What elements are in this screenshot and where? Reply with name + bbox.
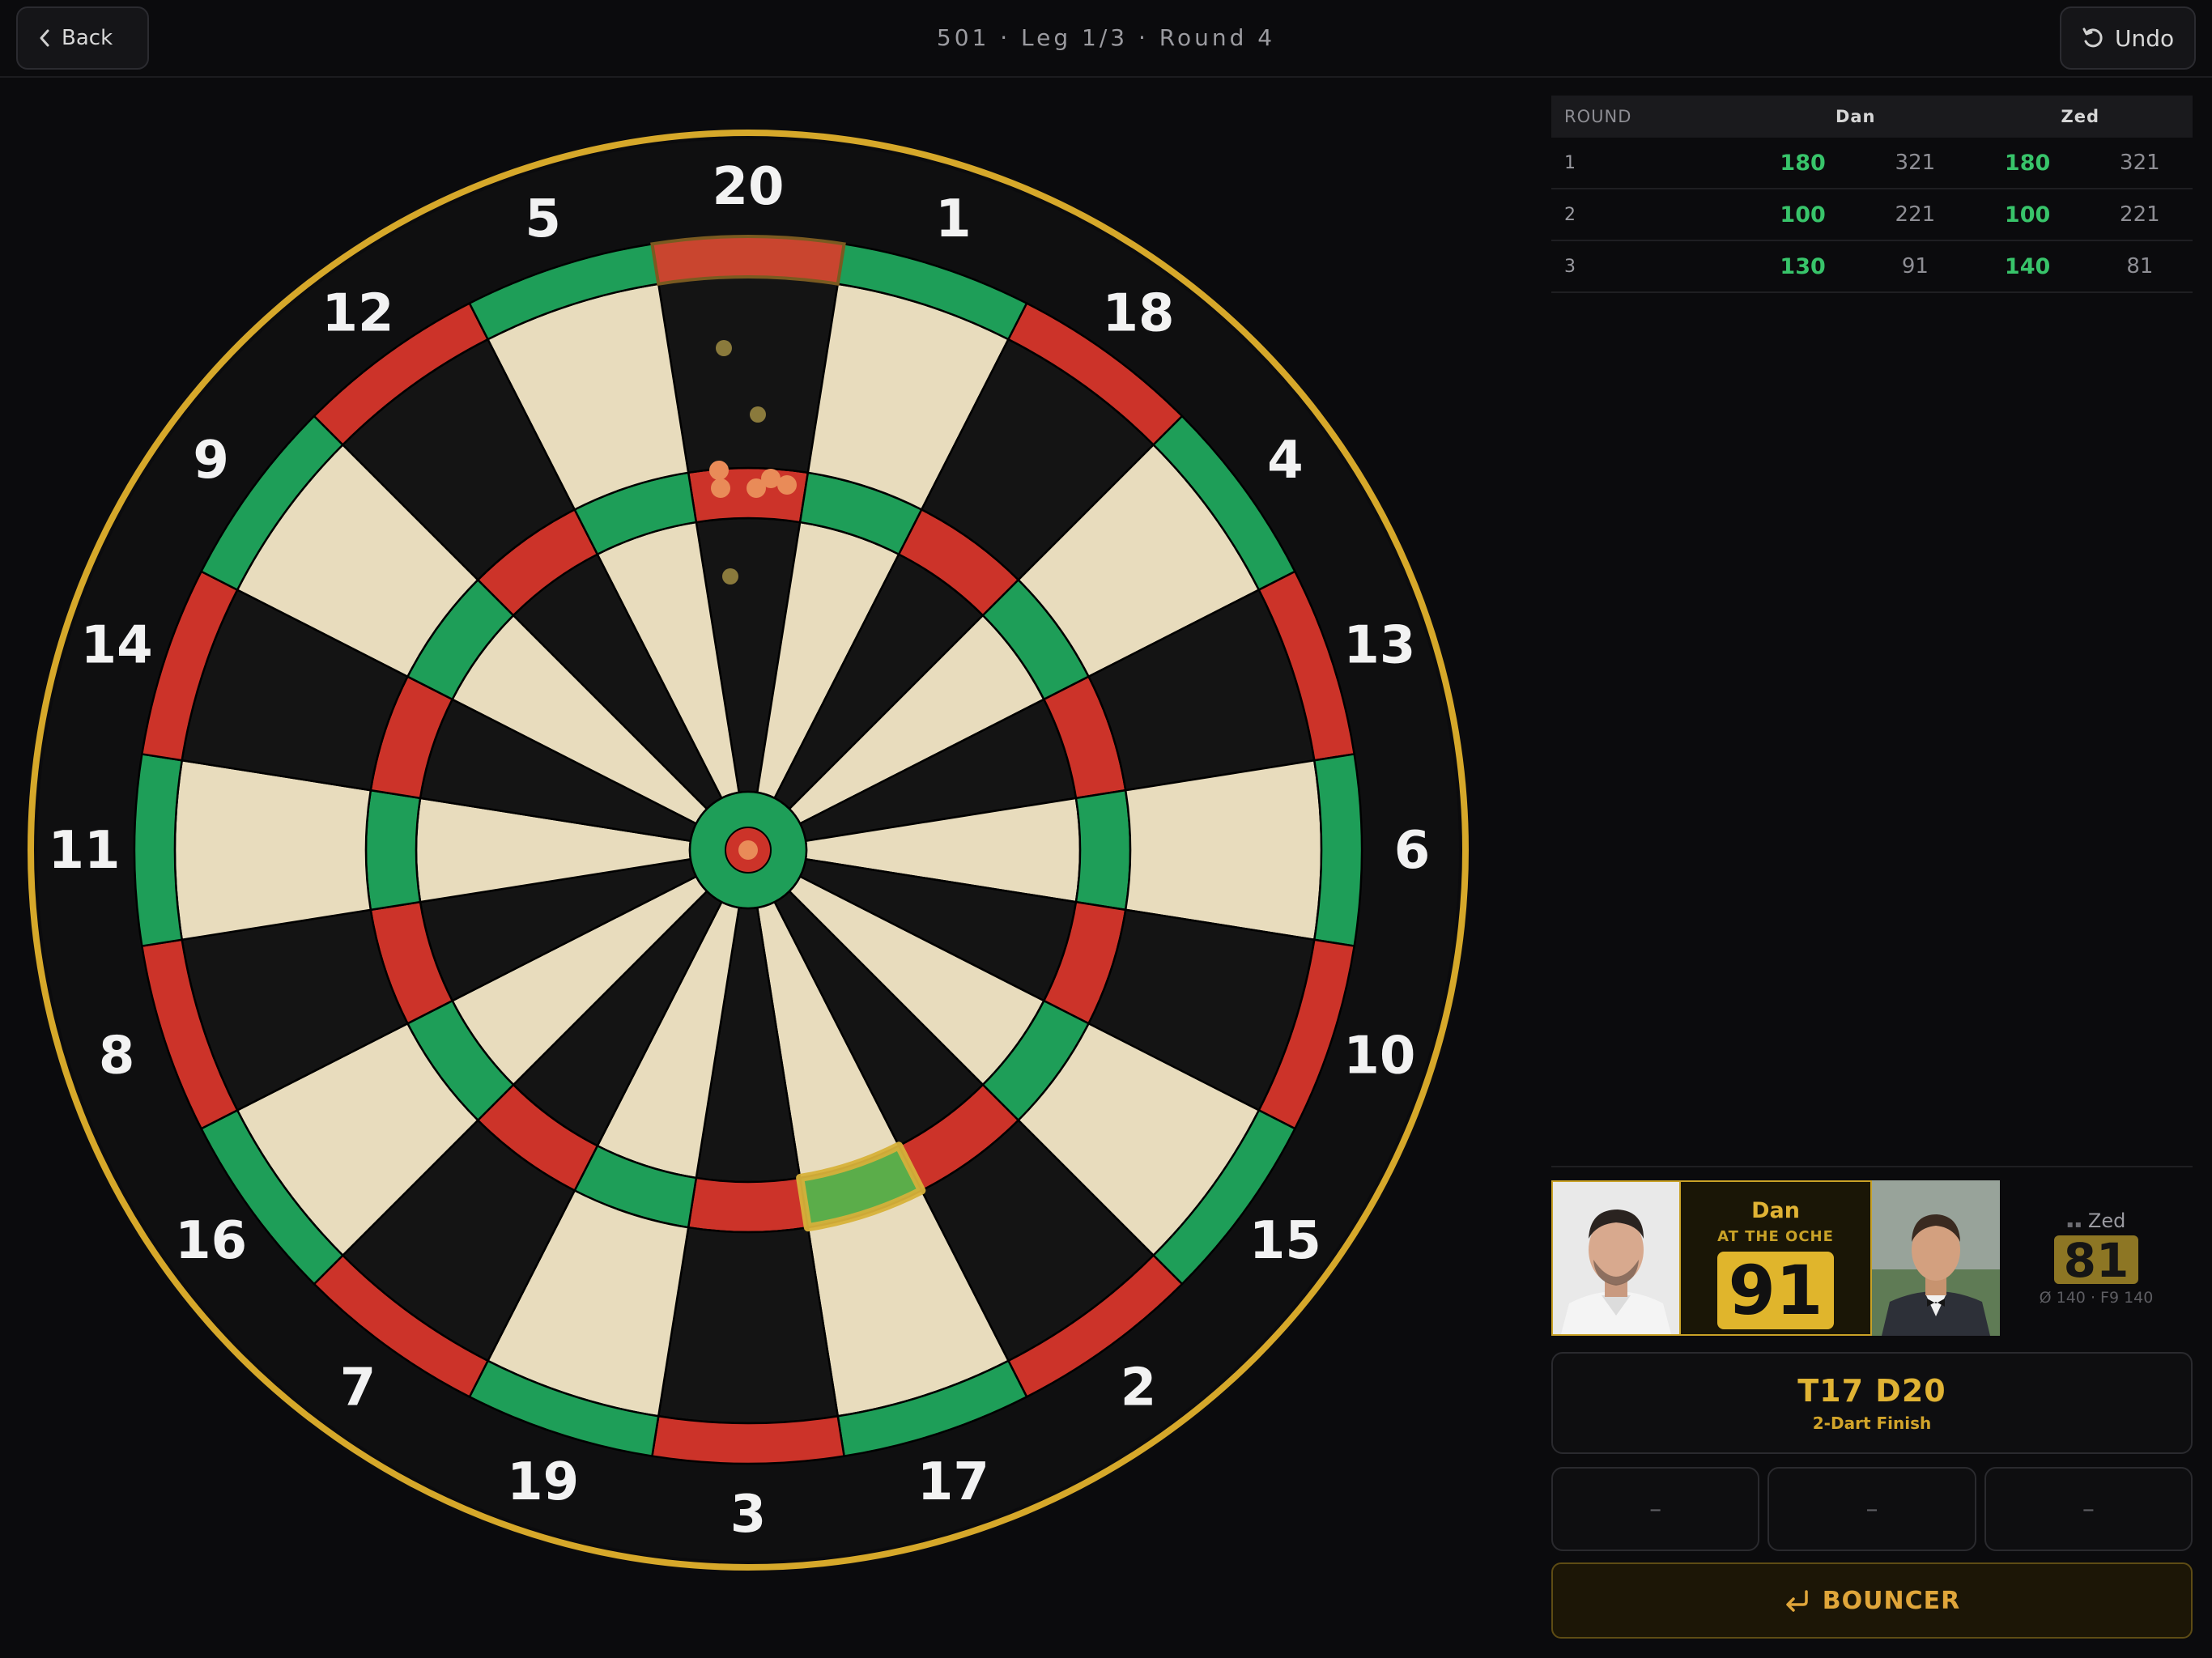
board-number-14: 14 (81, 616, 153, 676)
waiting-player-score: 81 (2053, 1235, 2139, 1286)
p1-left-cell: 221 (1862, 189, 1968, 241)
undo-label: Undo (2115, 24, 2175, 52)
triple-6[interactable] (1074, 789, 1132, 912)
waiting-player-name: ▪▪ Zed (2000, 1209, 2193, 1232)
p2-scored-cell: 100 (1967, 189, 2087, 241)
board-number-4: 4 (1267, 431, 1304, 491)
p1-scored-cell: 180 (1743, 138, 1863, 189)
double-6[interactable] (1312, 752, 1363, 948)
undo-button[interactable]: Undo (2060, 6, 2196, 70)
p2-left-cell: 321 (2087, 138, 2193, 189)
dart-hit-marker (750, 406, 766, 423)
player-dots-icon: ▪▪ (2066, 1218, 2083, 1230)
board-number-11: 11 (48, 821, 120, 881)
dart-slot-2[interactable]: – (1767, 1467, 1976, 1551)
active-player-card: Dan AT THE OCHE 91 (1681, 1180, 1872, 1336)
double-3[interactable] (650, 1414, 846, 1465)
dart-slot-3[interactable]: – (1984, 1467, 2193, 1551)
board-number-15: 15 (1249, 1211, 1321, 1271)
board-number-1: 1 (935, 189, 972, 249)
dart-hit-marker (777, 475, 797, 495)
p1-left-cell: 91 (1862, 240, 1968, 293)
round-column-header: ROUND (1551, 96, 1743, 138)
player-zed-avatar (1872, 1180, 2000, 1336)
dart-hit-marker (738, 840, 758, 860)
p2-left-cell: 81 (2087, 240, 2193, 293)
table-row: 2 100 221 100 221 (1551, 189, 2193, 241)
active-player-score: 91 (1717, 1252, 1834, 1329)
board-number-20: 20 (712, 157, 784, 217)
outer-single-11[interactable] (173, 759, 372, 942)
board-number-17: 17 (917, 1452, 989, 1512)
dartboard-svg[interactable]: 20 1 18 4 13 6 10 15 2 17 3 19 7 16 8 11 14 9 12 5 (19, 121, 1477, 1579)
board-number-3: 3 (730, 1485, 767, 1545)
triple-3[interactable] (687, 1176, 810, 1234)
round-history-table: ROUND Dan Zed 1 180 321 180 321 2 100 221 100 221… (1551, 96, 2193, 293)
board-number-10: 10 (1343, 1026, 1415, 1086)
double-11[interactable] (133, 752, 184, 948)
p2-left-cell: 221 (2087, 189, 2193, 241)
undo-icon (2082, 28, 2103, 48)
p2-scored-cell: 140 (1967, 240, 2087, 293)
double-20-active[interactable] (650, 235, 846, 287)
dart-slot-1[interactable]: – (1551, 1467, 1760, 1551)
player1-column-header: Dan (1743, 96, 1968, 138)
scoreboard-panel: ROUND Dan Zed 1 180 321 180 321 2 100 221 100 221… (1551, 96, 2193, 293)
board-number-12: 12 (321, 284, 393, 344)
bouncer-label: BOUNCER (1822, 1586, 1961, 1615)
outer-single-20[interactable] (657, 275, 840, 474)
board-number-18: 18 (1102, 284, 1174, 344)
table-header-row: ROUND Dan Zed (1551, 96, 2193, 138)
dartboard[interactable]: 20 1 18 4 13 6 10 15 2 17 3 19 7 16 8 11 14 9 12 5 (19, 121, 1477, 1579)
dart-hit-marker (711, 478, 730, 498)
dart-hit-marker (716, 340, 732, 356)
dart-slots: – – – (1551, 1467, 2193, 1551)
checkout-suggestion: T17 D20 2-Dart Finish (1551, 1352, 2193, 1454)
table-row: 3 130 91 140 81 (1551, 240, 2193, 293)
board-number-9: 9 (193, 431, 229, 491)
dart-hit-marker (722, 568, 738, 585)
board-number-16: 16 (175, 1211, 247, 1271)
board-number-5: 5 (525, 189, 561, 249)
active-player-name: Dan (1751, 1198, 1800, 1223)
outer-single-3[interactable] (657, 1226, 840, 1425)
active-player-status: AT THE OCHE (1717, 1228, 1834, 1245)
waiting-player-name-text: Zed (2087, 1209, 2126, 1232)
p2-scored-cell: 180 (1967, 138, 2087, 189)
board-number-6: 6 (1394, 821, 1431, 881)
top-bar: Back 501 · Leg 1/3 · Round 4 Undo (0, 0, 2212, 78)
triple-11[interactable] (364, 789, 422, 912)
player2-column-header: Zed (1967, 96, 2193, 138)
board-number-13: 13 (1343, 616, 1415, 676)
enter-arrow-icon (1786, 1590, 1808, 1612)
match-title: 501 · Leg 1/3 · Round 4 (936, 24, 1276, 51)
player-dan-avatar (1551, 1180, 1681, 1336)
dart-hit-marker (709, 461, 729, 480)
p1-left-cell: 321 (1862, 138, 1968, 189)
board-number-8: 8 (99, 1026, 135, 1086)
p1-scored-cell: 130 (1743, 240, 1863, 293)
checkout-label: 2-Dart Finish (1812, 1414, 1932, 1433)
outer-single-6[interactable] (1124, 759, 1323, 942)
round-cell: 2 (1551, 189, 1743, 241)
board-number-19: 19 (507, 1452, 579, 1512)
checkout-route: T17 D20 (1797, 1373, 1946, 1409)
waiting-player-card: ▪▪ Zed 81 Ø 140 · F9 140 (2000, 1180, 2193, 1336)
round-cell: 1 (1551, 138, 1743, 189)
board-number-2: 2 (1121, 1358, 1157, 1418)
round-cell: 3 (1551, 240, 1743, 293)
players-strip: Dan AT THE OCHE 91 ▪▪ Zed 81 Ø 140 · F9 1… (1551, 1180, 2193, 1336)
board-number-7: 7 (340, 1358, 376, 1418)
bouncer-button[interactable]: BOUNCER (1551, 1562, 2193, 1639)
panel-divider (1551, 1166, 2193, 1167)
table-row: 1 180 321 180 321 (1551, 138, 2193, 189)
p1-scored-cell: 100 (1743, 189, 1863, 241)
waiting-player-stats: Ø 140 · F9 140 (2039, 1289, 2154, 1307)
